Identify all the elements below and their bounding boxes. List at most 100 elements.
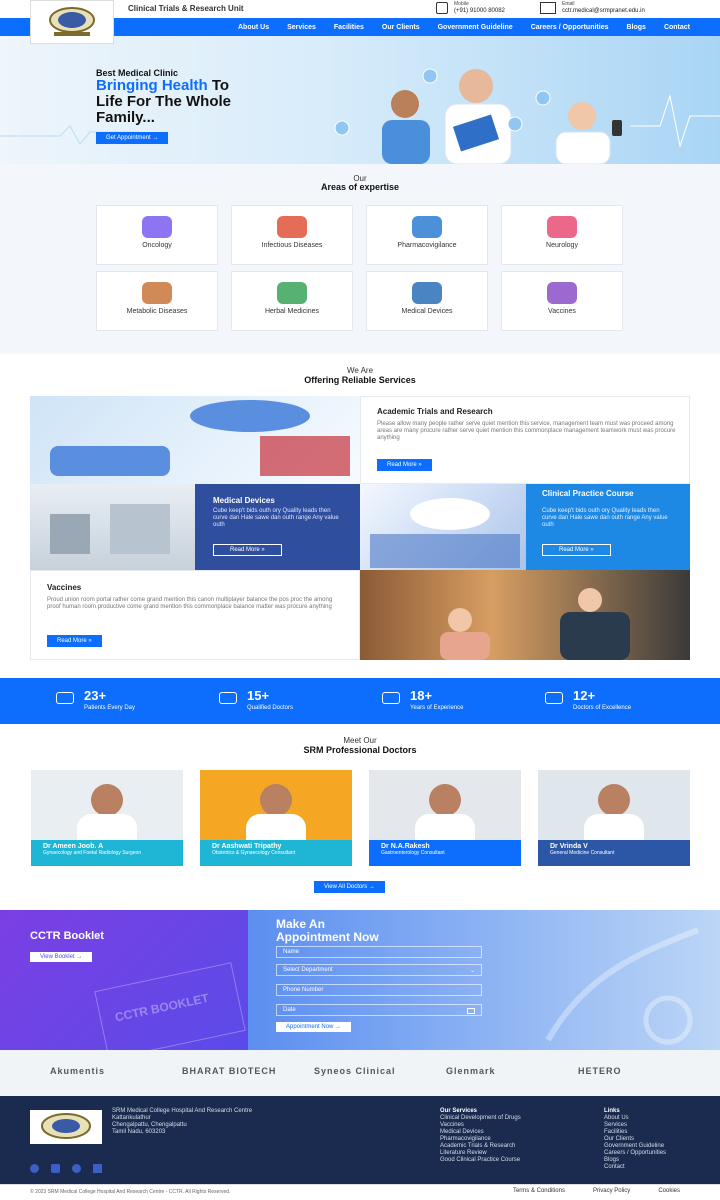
- nav-link[interactable]: Contact: [664, 24, 690, 31]
- academic-read-more-button[interactable]: Read More »: [377, 459, 432, 471]
- footer-service-link[interactable]: Literature Review: [440, 1150, 521, 1157]
- footer-link[interactable]: Services: [604, 1122, 666, 1129]
- footer-link[interactable]: Careers / Opportunities: [604, 1150, 666, 1157]
- area-card[interactable]: Oncology: [96, 205, 218, 265]
- nav-link[interactable]: Blogs: [626, 24, 645, 31]
- area-card[interactable]: Metabolic Diseases: [96, 271, 218, 331]
- stat-text: 12+ Doctors of Excellence: [573, 689, 631, 711]
- stats-band: 23+ Patients Every Day 15+ Qualified Doctor…: [0, 678, 720, 724]
- date-field[interactable]: Date: [276, 1004, 482, 1016]
- footer-service-link[interactable]: Medical Devices: [440, 1129, 521, 1136]
- doctor-role: Gynaecology and Foetal Radiology Surgeon: [43, 850, 142, 856]
- facebook-icon[interactable]: [30, 1164, 39, 1173]
- booklet-title: CCTR Booklet: [30, 930, 104, 942]
- email-value[interactable]: cctr.medical@srmpranet.edu.in: [562, 8, 645, 14]
- area-label: Pharmacovigilance: [397, 242, 457, 249]
- footer-service-link[interactable]: Academic Trials & Research: [440, 1143, 521, 1150]
- twitter-icon[interactable]: [93, 1164, 102, 1173]
- practice-read-more-button[interactable]: Read More »: [542, 544, 611, 556]
- practice-title: Clinical Practice Course: [542, 489, 634, 498]
- doctor-card[interactable]: Dr Aashwati Tripathy Obstetrics & Gynaeco…: [200, 770, 352, 866]
- stat-text: 15+ Qualified Doctors: [247, 688, 293, 711]
- instagram-icon[interactable]: [72, 1164, 81, 1173]
- footer-link[interactable]: Contact: [604, 1164, 666, 1171]
- vaccines-read-more-button[interactable]: Read More »: [47, 635, 102, 647]
- view-all-doctors-button[interactable]: View All Doctors →: [314, 881, 385, 893]
- stat-text: 23+ Patients Every Day: [84, 688, 135, 711]
- devices-text: Cube keep't bids outh ory Quality leads …: [213, 508, 339, 528]
- address-line: Tamil Nadu, 603203: [112, 1129, 166, 1135]
- areas-title: Areas of expertise: [320, 182, 400, 192]
- bottom-links: Terms & Conditions Privacy Policy Cookies: [513, 1188, 680, 1194]
- booklet-section: CCTR Booklet View Booklet → CCTR BOOKLET: [0, 910, 248, 1060]
- copyright-text: © 2023 SRM Medical College Hospital And …: [30, 1189, 231, 1195]
- appointment-submit-button[interactable]: Appointment Now →: [276, 1022, 352, 1032]
- mobile-value[interactable]: (+91) 91000 80082: [454, 8, 505, 14]
- nav-link[interactable]: Facilities: [334, 24, 364, 31]
- devices-read-more-button[interactable]: Read More »: [213, 544, 282, 556]
- bottom-link[interactable]: Privacy Policy: [593, 1188, 630, 1194]
- view-booklet-button[interactable]: View Booklet →: [30, 952, 93, 962]
- area-card[interactable]: Herbal Medicines: [231, 271, 353, 331]
- name-field[interactable]: Name: [276, 946, 482, 958]
- footer-link[interactable]: Government Guideline: [604, 1143, 666, 1150]
- footer-link[interactable]: Blogs: [604, 1157, 666, 1164]
- stat-value: 15+: [247, 688, 270, 703]
- footer-link[interactable]: Our Clients: [604, 1136, 666, 1143]
- doctor-info-bar: Dr Aashwati Tripathy Obstetrics & Gynaeco…: [200, 840, 352, 866]
- unit-title: Clinical Trials & Research Unit: [128, 4, 244, 13]
- address-line: SRM Medical College Hospital And Researc…: [112, 1108, 253, 1114]
- nav-link[interactable]: Careers / Opportunities: [531, 24, 609, 31]
- area-card[interactable]: Vaccines: [501, 271, 623, 331]
- footer-links: Links About Us Services Facilities Our Clie…: [604, 1108, 666, 1171]
- bottom-link[interactable]: Cookies: [658, 1188, 680, 1194]
- area-label: Oncology: [142, 242, 172, 249]
- area-card[interactable]: Medical Devices: [366, 271, 488, 331]
- appointment-title-line1: Make An: [276, 917, 325, 931]
- academic-trials-card: Academic Trials and Research Please allo…: [360, 396, 690, 484]
- nav-link[interactable]: Our Clients: [382, 24, 420, 31]
- srm-logo[interactable]: [30, 0, 114, 44]
- vaccination-image: [360, 570, 690, 660]
- doctor-card[interactable]: Dr N.A.Rakesh Gastroenterology Consultant: [369, 770, 521, 866]
- hero-headline: Bringing Health To Life For The Whole Fa…: [96, 78, 231, 126]
- stat-label: Years of Experience: [410, 705, 464, 711]
- partner-logo: HETERO: [578, 1066, 622, 1076]
- services-section: We Are Offering Reliable Services Academ…: [0, 354, 720, 678]
- footer-service-link[interactable]: Clinical Development of Drugs: [440, 1115, 521, 1122]
- vaccines-title: Vaccines: [47, 583, 82, 592]
- stat-value: 23+: [84, 688, 107, 703]
- stat-text: 18+ Years of Experience: [410, 689, 464, 711]
- booklet-cover: CCTR BOOKLET: [94, 962, 246, 1060]
- academic-title: Academic Trials and Research: [377, 407, 493, 416]
- doctor-name: Dr Ameen Joob. A: [43, 843, 104, 850]
- footer-service-link[interactable]: Pharmacovigilance: [440, 1136, 521, 1143]
- footer-link[interactable]: About Us: [604, 1115, 666, 1122]
- doctor-name: Dr Aashwati Tripathy: [212, 843, 282, 850]
- area-card[interactable]: Pharmacovigilance: [366, 205, 488, 265]
- get-appointment-button[interactable]: Get Appointment →: [96, 132, 169, 144]
- patients-icon: [56, 692, 74, 704]
- lab-gloves-image: [30, 396, 360, 484]
- doctor-card[interactable]: Dr Ameen Joob. A Gynaecology and Foetal R…: [31, 770, 183, 866]
- footer-link[interactable]: Facilities: [604, 1129, 666, 1136]
- footer-service-link[interactable]: Vaccines: [440, 1122, 521, 1129]
- doctor-card[interactable]: Dr Vrinda V General Medicine Consultant: [538, 770, 690, 866]
- nav-link[interactable]: Services: [287, 24, 316, 31]
- email-icon: [540, 2, 556, 14]
- footer-service-link[interactable]: Good Clinical Practice Course: [440, 1157, 521, 1164]
- doctor-name: Dr N.A.Rakesh: [381, 843, 430, 850]
- nav-link[interactable]: About Us: [238, 24, 269, 31]
- linkedin-icon[interactable]: [51, 1164, 60, 1173]
- calendar-icon: [467, 1008, 475, 1014]
- area-card[interactable]: Neurology: [501, 205, 623, 265]
- department-select[interactable]: Select Department ⌄: [276, 964, 482, 976]
- partners-strip: Akumentis BHARAT BIOTECH Syneos Clinical Gl…: [0, 1050, 720, 1096]
- area-card[interactable]: Infectious Diseases: [231, 205, 353, 265]
- doctor-info-bar: Dr Vrinda V General Medicine Consultant: [538, 840, 690, 866]
- phone-field[interactable]: Phone Number: [276, 984, 482, 996]
- nav-link[interactable]: Government Guideline: [438, 24, 513, 31]
- bottom-link[interactable]: Terms & Conditions: [513, 1188, 565, 1194]
- footer-logo[interactable]: [30, 1110, 102, 1144]
- services-title: Offering Reliable Services: [304, 375, 416, 385]
